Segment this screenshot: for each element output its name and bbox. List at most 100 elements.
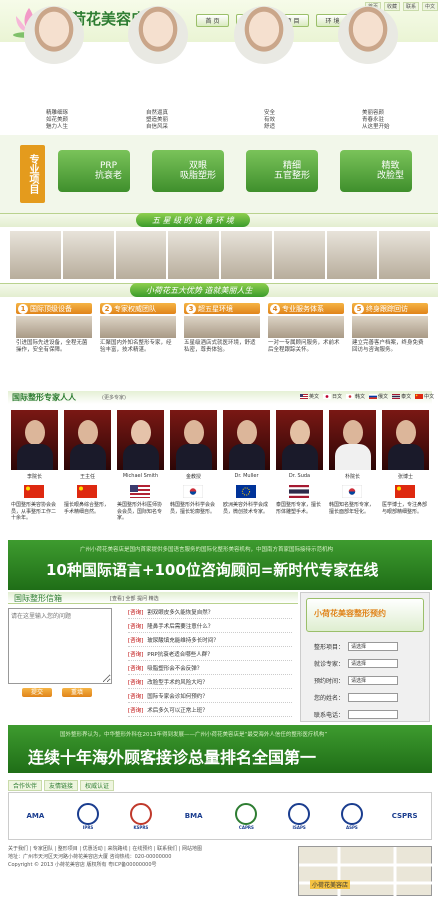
advantage-card[interactable]: 3 超五星环境 五星级酒店式就医环境，舒适私密，尊贵体验。 <box>184 303 260 381</box>
model-photo <box>24 6 84 64</box>
submit-button[interactable]: 提交 <box>22 688 52 697</box>
model-caption: 安全 有效 舒适 <box>264 110 276 130</box>
time-select[interactable]: 请选择 <box>348 676 399 685</box>
environment-photo[interactable] <box>379 231 430 279</box>
advantage-number: 1 <box>18 303 28 314</box>
advantage-title: 专业服务体系 <box>282 304 324 313</box>
footer-address: 地址：广州市天河区天河路小荷花美容店大厦 咨询热线：020-00000000 <box>8 854 172 860</box>
project-select[interactable]: 请选择 <box>348 642 399 651</box>
language-option[interactable]: 英文 <box>300 393 319 400</box>
environment-photo[interactable] <box>221 231 272 279</box>
advantage-header: 2 专家权威团队 <box>100 303 176 314</box>
question-item[interactable]: [咨询] 隆鼻手术后需要注意什么？ <box>128 620 292 633</box>
language-option[interactable]: 俄文 <box>369 393 388 400</box>
cn-flag-icon <box>415 394 424 399</box>
advantage-card[interactable]: 4 专业服务体系 一对一专属顾问服务，术前术后全程跟踪关怀。 <box>268 303 344 381</box>
advantage-number: 5 <box>354 303 364 314</box>
expert-desc: 美国整形外科医师协会会员，国际知名专家。 <box>117 502 163 521</box>
expert-select[interactable]: 请选择 <box>348 659 399 668</box>
question-item[interactable]: [咨询] PRP抗衰老适合哪些人群？ <box>128 648 292 661</box>
us-flag-icon <box>130 485 150 498</box>
partner-logo[interactable]: IPRS <box>69 801 107 831</box>
cn-flag-icon <box>77 485 97 498</box>
model-caption: 自然逼真 塑造美丽 自信风采 <box>146 110 169 130</box>
environment-photo[interactable] <box>10 231 61 279</box>
environment-photo[interactable] <box>168 231 219 279</box>
partner-logo[interactable]: ASPS <box>333 801 371 831</box>
experts-more-link[interactable]: (更多专家) <box>102 394 126 401</box>
phone-input[interactable] <box>348 710 399 719</box>
language-option[interactable]: 日文 <box>323 393 342 400</box>
question-item[interactable]: [咨询] 改脸型手术的风险大吗？ <box>128 676 292 689</box>
advantage-card[interactable]: 1 国际顶级设备 引进国际先进设备，全程无菌操作，安全有保障。 <box>16 303 92 381</box>
top-link[interactable]: 收藏 <box>384 2 400 11</box>
advantage-photo <box>184 316 260 338</box>
environment-photo[interactable] <box>326 231 378 279</box>
eu-flag-icon <box>236 485 256 498</box>
expert-photo[interactable] <box>382 410 429 470</box>
model-photo <box>338 6 398 64</box>
advantage-number: 3 <box>186 303 196 314</box>
environment-photo[interactable] <box>273 231 325 279</box>
adv-section-title: 小荷花五大优势 造就美丽人生 <box>130 283 269 297</box>
language-option[interactable]: 泰文 <box>392 393 411 400</box>
top-link[interactable]: 中文 <box>422 2 438 11</box>
reset-button[interactable]: 重填 <box>62 688 92 697</box>
footer: 关于我们 | 专家团队 | 整形项目 | 优惠活动 | 来院路线 | 在线预约 … <box>8 845 288 869</box>
expert-name: 王主任 <box>79 474 95 480</box>
th-flag-icon <box>392 394 401 399</box>
partner-logo[interactable]: CAPRS <box>227 801 265 831</box>
advantage-card[interactable]: 5 终身跟踪回访 建立完善客户档案，终身免费回访与咨询服务。 <box>352 303 428 381</box>
footer-links[interactable]: 关于我们 | 专家团队 | 整形项目 | 优惠活动 | 来院路线 | 在线预约 … <box>8 845 288 853</box>
advantage-text: 五星级酒店式就医环境，舒适私密，尊贵体验。 <box>184 340 256 353</box>
name-input[interactable] <box>348 693 399 702</box>
expert-photo[interactable] <box>276 410 323 470</box>
advantage-card[interactable]: 2 专家权威团队 汇聚国内外知名整形专家，经验丰富，技术精湛。 <box>100 303 176 381</box>
project-button[interactable]: 双眼 吸脂塑形 <box>152 150 224 192</box>
top-link[interactable]: 联系 <box>403 2 419 11</box>
advantage-header: 1 国际顶级设备 <box>16 303 92 314</box>
partner-logo[interactable]: BMA <box>175 801 213 831</box>
partner-tab[interactable]: 权威认证 <box>80 780 115 791</box>
question-textarea[interactable] <box>8 608 112 684</box>
partner-tab[interactable]: 友情链接 <box>44 780 79 791</box>
partner-logo[interactable]: AMA <box>16 801 54 831</box>
advantage-title: 国际顶级设备 <box>30 304 72 313</box>
project-button[interactable]: 精细 五官整形 <box>246 150 318 192</box>
appointment-field: 整形项目： 请选择 <box>314 642 399 651</box>
question-item[interactable]: [咨询] 术后多久可以正常上班？ <box>128 704 292 717</box>
expert-desc: 医学博士，专注鼻部与眼部精细整形。 <box>382 502 428 515</box>
partner-logo[interactable]: ISAPS <box>280 801 318 831</box>
language-option[interactable]: 韩文 <box>346 393 365 400</box>
partner-tab[interactable]: 合作伙伴 <box>8 780 43 791</box>
map-label: 小荷花美容店 <box>310 880 351 889</box>
question-item[interactable]: [咨询] 国际专家会诊如何预约？ <box>128 690 292 703</box>
advantage-photo <box>352 316 428 338</box>
language-option[interactable]: 中文 <box>415 393 434 400</box>
question-item[interactable]: [咨询] 割双眼皮多久能恢复自然？ <box>128 606 292 619</box>
expert-photo[interactable] <box>170 410 217 470</box>
expert-photo[interactable] <box>64 410 111 470</box>
partner-logo[interactable]: KSPRS <box>122 801 160 831</box>
kr-flag-icon <box>346 394 355 399</box>
appointment-field: 您的姓名： <box>314 693 399 702</box>
expert-photo[interactable] <box>117 410 164 470</box>
advantage-text: 建立完善客户档案，终身免费回访与咨询服务。 <box>352 340 424 353</box>
appointment-field: 联系电话： <box>314 710 399 719</box>
project-button[interactable]: 精致 改脸型 <box>340 150 412 192</box>
environment-photo[interactable] <box>62 231 114 279</box>
nav-item[interactable]: 首 页 <box>196 14 229 27</box>
projects-label: 专业项目 <box>20 145 45 203</box>
environment-photo[interactable] <box>115 231 167 279</box>
expert-photo[interactable] <box>223 410 270 470</box>
question-item[interactable]: [咨询] 玻尿酸填充能维持多长时间？ <box>128 634 292 647</box>
project-button[interactable]: PRP 抗衰老 <box>58 150 130 192</box>
language-banner-subtitle: 广州小荷花美容店是国内首家提供多国语言服务的国际化整形美容机构，中国南方首家国际… <box>80 547 334 553</box>
partner-logo[interactable]: CSPRS <box>386 801 424 831</box>
expert-photo[interactable] <box>329 410 376 470</box>
seal-icon <box>340 802 363 825</box>
expert-photo[interactable] <box>11 410 58 470</box>
question-item[interactable]: [咨询] 吸脂塑形会不会反弹？ <box>128 662 292 675</box>
seal-icon <box>77 802 100 825</box>
mailbox-filter[interactable]: [查看] 全部 提问 精选 <box>110 595 159 602</box>
